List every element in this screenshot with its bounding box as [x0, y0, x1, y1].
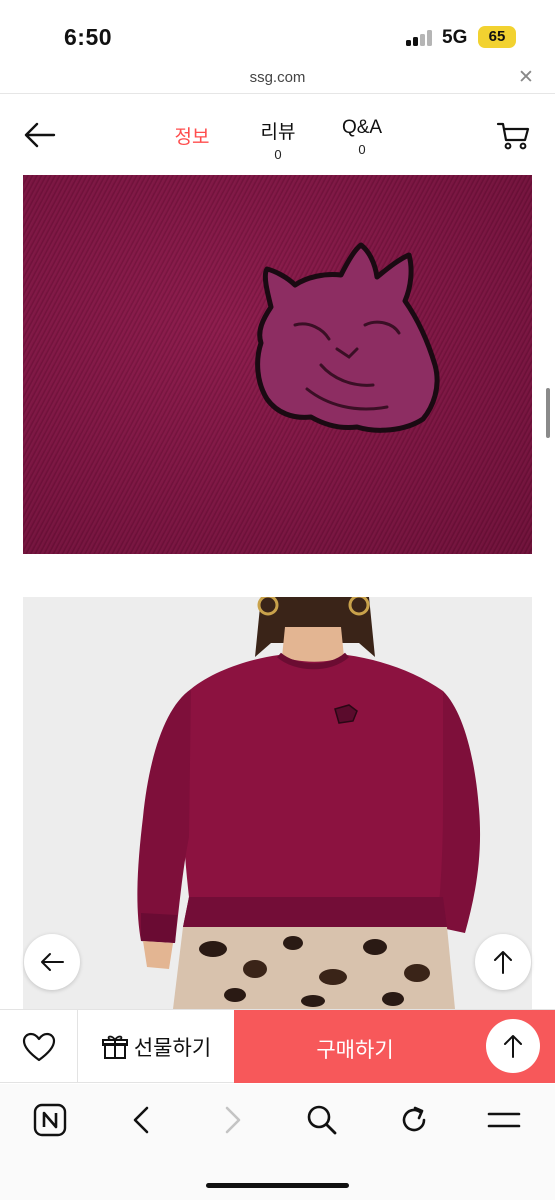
- scrollbar[interactable]: [546, 388, 550, 438]
- cart-button[interactable]: [496, 121, 532, 151]
- buy-button[interactable]: 구매하기: [234, 1010, 555, 1083]
- scroll-top-button[interactable]: [475, 934, 531, 990]
- product-closeup-image: [23, 175, 532, 554]
- url-bar[interactable]: ssg.com ✕: [0, 64, 555, 94]
- model-illustration: [137, 597, 481, 1009]
- browser-back-button[interactable]: [122, 1100, 162, 1140]
- naver-icon: [33, 1103, 67, 1137]
- naver-home-button[interactable]: [30, 1100, 70, 1140]
- signal-icon: [406, 30, 434, 46]
- cart-icon: [496, 122, 530, 150]
- network-label: 5G: [442, 27, 468, 48]
- browser-forward-button[interactable]: [212, 1100, 252, 1140]
- tab-review[interactable]: 리뷰 0: [248, 117, 308, 162]
- battery-icon: 65: [478, 26, 516, 48]
- browser-reload-button[interactable]: [394, 1100, 434, 1140]
- back-icon: [133, 1106, 149, 1134]
- status-time: 6:50: [64, 24, 113, 50]
- tab-info[interactable]: 정보: [162, 122, 222, 149]
- tab-review-label: 리뷰: [260, 122, 296, 143]
- url-text[interactable]: ssg.com: [0, 69, 555, 86]
- tab-qna-label: Q&A: [341, 117, 383, 138]
- search-icon: [307, 1105, 337, 1135]
- gift-label: 선물하기: [133, 1036, 212, 1060]
- arrow-up-icon: [504, 1035, 522, 1058]
- tab-review-count: 0: [274, 147, 282, 162]
- arrow-left-icon: [41, 953, 64, 971]
- back-button[interactable]: [22, 117, 58, 153]
- gift-button[interactable]: 선물하기: [79, 1010, 234, 1083]
- fox-head-patch: [255, 242, 440, 433]
- back-to-top-button[interactable]: [486, 1019, 540, 1073]
- menu-icon: [487, 1112, 521, 1128]
- status-bar: 6:50 5G 65: [0, 0, 555, 64]
- tab-info-label: 정보: [174, 127, 210, 148]
- tab-qna-count: 0: [358, 142, 366, 157]
- home-indicator: [206, 1183, 349, 1188]
- browser-menu-button[interactable]: [484, 1100, 524, 1140]
- tab-qna[interactable]: Q&A 0: [330, 117, 394, 157]
- close-icon[interactable]: ✕: [514, 66, 538, 90]
- prev-image-button[interactable]: [24, 934, 80, 990]
- site-header: 정보 리뷰 0 Q&A 0: [0, 95, 555, 173]
- heart-icon: [22, 1032, 55, 1061]
- gift-icon: [101, 1035, 128, 1059]
- browser-search-button[interactable]: [302, 1100, 342, 1140]
- buy-label: 구매하기: [316, 1039, 394, 1062]
- product-model-image: [23, 597, 532, 1009]
- like-button[interactable]: [0, 1010, 78, 1083]
- arrow-up-icon: [494, 951, 512, 974]
- forward-icon: [225, 1106, 241, 1134]
- purchase-bar: 선물하기 구매하기: [0, 1009, 555, 1083]
- arrow-left-icon: [24, 122, 56, 148]
- reload-icon: [402, 1106, 426, 1132]
